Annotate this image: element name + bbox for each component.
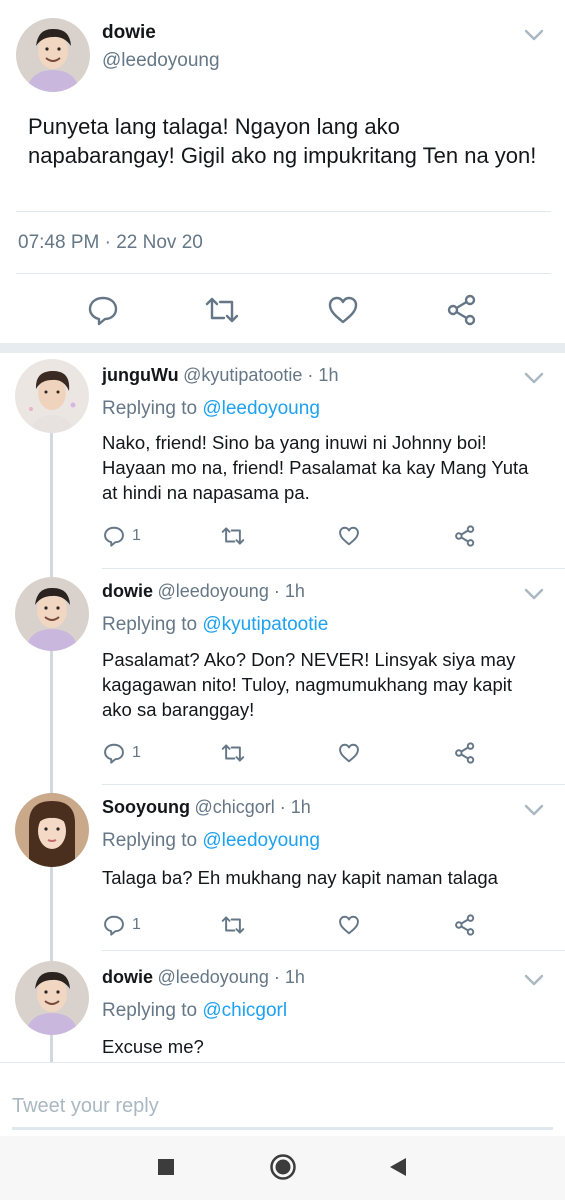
retweet-icon[interactable] [220,914,246,936]
avatar-junguwu-image [15,359,89,433]
replying-to-prefix: Replying to [102,1000,203,1021]
avatar[interactable] [15,961,89,1035]
reply-input-placeholder[interactable]: Tweet your reply [12,1095,159,1118]
tweet-actions [0,290,565,330]
replying-to-prefix: Replying to [102,830,203,851]
reply-actions: 1 [0,740,565,770]
reply-icon[interactable] [103,914,125,936]
chevron-down-icon[interactable] [523,28,545,42]
back-triangle-icon[interactable] [388,1156,408,1178]
reply-icon[interactable] [103,525,125,547]
reply-tweet[interactable]: Sooyoung @chicgorl · 1h Replying to @lee… [0,785,565,950]
reply-header: Sooyoung @chicgorl · 1h [102,797,311,818]
author-handle-time: @chicgorl · 1h [194,797,311,817]
author-name[interactable]: dowie [102,967,153,987]
reply-tweet[interactable]: dowie @leedoyoung · 1h Replying to @kyut… [0,569,565,784]
replying-to-link[interactable]: @leedoyoung [202,398,320,419]
replying-to: Replying to @kyutipatootie [102,614,328,636]
avatar[interactable] [15,793,89,867]
reply-text: Pasalamat? Ako? Don? NEVER! Linsyak siya… [102,649,516,720]
author-name[interactable]: Sooyoung [102,797,190,817]
recents-square-icon[interactable] [156,1157,176,1177]
replying-to: Replying to @chicgorl [102,1000,287,1022]
tweet-timestamp: 07:48 PM · 22 Nov 20 [18,232,203,253]
chevron-down-icon[interactable] [523,973,545,987]
like-icon[interactable] [327,294,359,326]
avatar-dowie-image [15,961,89,1035]
reply-header: dowie @leedoyoung · 1h [102,581,305,602]
reply-actions: 1 [0,912,565,942]
divider [16,211,551,212]
replying-to-prefix: Replying to [102,614,203,635]
section-separator [0,343,565,353]
replying-to-link[interactable]: @kyutipatootie [202,614,328,635]
reply-count: 1 [132,744,141,761]
divider [16,273,551,274]
reply-text: Excuse me? [102,1036,204,1057]
home-circle-icon[interactable] [269,1153,297,1181]
like-icon[interactable] [338,525,360,547]
reply-count: 1 [132,527,141,544]
like-icon[interactable] [338,914,360,936]
avatar-dowie-image [16,18,90,92]
reply-count: 1 [132,916,141,933]
reply-text: Nako, friend! Sino ba yang inuwi ni John… [102,432,529,503]
reply-text: Talaga ba? Eh mukhang nay kapit naman ta… [102,867,498,888]
avatar-sooyoung-image [15,793,89,867]
avatar[interactable] [15,359,89,433]
avatar[interactable] [15,577,89,651]
avatar[interactable] [16,18,90,92]
chevron-down-icon[interactable] [523,803,545,817]
reply-icon[interactable] [103,742,125,764]
author-name[interactable]: dowie [102,22,156,44]
reply-actions: 1 [0,523,565,553]
replying-to-link[interactable]: @chicgorl [202,1000,287,1021]
reply-tweet[interactable]: dowie @leedoyoung · 1h Replying to @chic… [0,951,565,1061]
reply-tweet[interactable]: junguWu @kyutipatootie · 1h Replying to … [0,353,565,568]
replying-to-prefix: Replying to [102,398,203,419]
author-handle-time: @leedoyoung · 1h [157,967,305,987]
reply-composer[interactable]: Tweet your reply [0,1085,565,1130]
author-name[interactable]: junguWu [102,365,179,385]
share-icon[interactable] [454,742,476,764]
reply-input-underline [12,1127,553,1130]
replying-to: Replying to @leedoyoung [102,398,320,420]
author-handle[interactable]: @leedoyoung [102,50,220,72]
replying-to-link[interactable]: @leedoyoung [202,830,320,851]
author-handle-time: @leedoyoung · 1h [157,581,305,601]
author-handle-time: @kyutipatootie · 1h [183,365,339,385]
tweet-text: Punyeta lang talaga! Ngayon lang ako nap… [28,114,537,168]
share-icon[interactable] [454,914,476,936]
retweet-icon[interactable] [220,742,246,764]
share-icon[interactable] [446,294,478,326]
retweet-icon[interactable] [204,294,240,326]
system-nav-bar [0,1136,565,1200]
chevron-down-icon[interactable] [523,371,545,385]
chevron-down-icon[interactable] [523,587,545,601]
author-name[interactable]: dowie [102,581,153,601]
reply-header: dowie @leedoyoung · 1h [102,967,305,988]
divider [0,1062,565,1063]
reply-header: junguWu @kyutipatootie · 1h [102,365,338,386]
avatar-dowie-image [15,577,89,651]
replying-to: Replying to @leedoyoung [102,830,320,852]
retweet-icon[interactable] [220,525,246,547]
reply-icon[interactable] [87,294,119,326]
like-icon[interactable] [338,742,360,764]
share-icon[interactable] [454,525,476,547]
